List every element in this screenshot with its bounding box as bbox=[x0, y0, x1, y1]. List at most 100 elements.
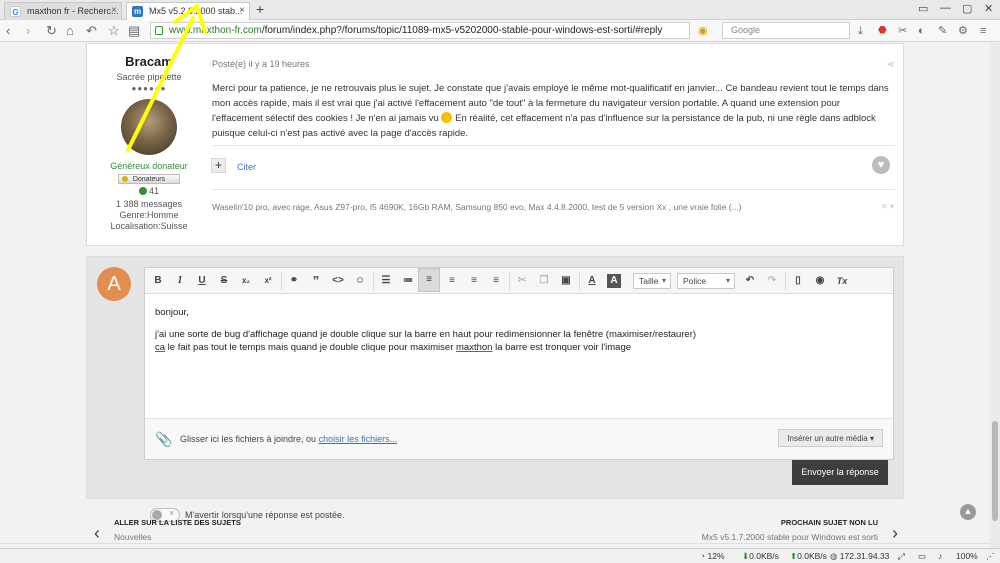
bold-button[interactable]: B bbox=[149, 272, 167, 290]
url-field[interactable]: www.maxthon-fr.com/forum/index.php?/foru… bbox=[150, 22, 690, 39]
content-line: j'ai une sorte de bug d'affichage quand … bbox=[155, 329, 697, 340]
forward-icon[interactable]: › bbox=[26, 23, 30, 39]
quote-link[interactable]: Citer bbox=[237, 162, 256, 172]
cut-icon[interactable]: ✂ bbox=[513, 272, 531, 290]
author-avatar[interactable] bbox=[121, 99, 177, 155]
settings-icon[interactable]: ⚙ bbox=[958, 23, 968, 39]
paste-icon[interactable]: ▣ bbox=[557, 272, 575, 290]
attach-text: Glisser ici les fichiers à joindre, ou bbox=[180, 434, 319, 444]
download-icon[interactable]: ⤓ bbox=[858, 23, 863, 39]
post-date: Posté(e) il y a 19 heures bbox=[212, 59, 310, 69]
url-domain: www.maxthon-fr.com bbox=[169, 25, 262, 36]
minimize-icon[interactable]: — bbox=[940, 2, 951, 14]
like-heart-icon[interactable]: ♥ bbox=[872, 156, 890, 174]
tab-maxthon-search[interactable]: G maxthon fr - Recherc... × bbox=[4, 2, 122, 20]
content-text: la barre est tronquer voir l'image bbox=[492, 342, 632, 353]
scrollbar-thumb[interactable] bbox=[992, 421, 998, 521]
night-mode-icon[interactable]: ◐ bbox=[918, 23, 925, 39]
divider bbox=[212, 189, 895, 190]
close-tab-icon[interactable]: × bbox=[111, 5, 117, 16]
scrollbar[interactable] bbox=[990, 43, 1000, 548]
search-field[interactable]: Google bbox=[722, 22, 850, 39]
toolbar-divider bbox=[373, 272, 374, 290]
maximize-icon[interactable]: ▢ bbox=[962, 2, 972, 15]
attachment-zone[interactable]: 📎 Glisser ici les fichiers à joindre, ou… bbox=[145, 418, 893, 459]
preview-eye-icon[interactable]: ◉ bbox=[811, 272, 829, 290]
copy-icon[interactable]: ❐ bbox=[535, 272, 553, 290]
text-color-icon[interactable]: A bbox=[583, 272, 601, 290]
new-tab-button[interactable]: + bbox=[256, 1, 264, 17]
send-reply-button[interactable]: Envoyer la réponse bbox=[792, 460, 888, 485]
undo-icon[interactable]: ↶ bbox=[741, 272, 759, 290]
quote-icon[interactable]: ” bbox=[307, 272, 325, 290]
superscript-button[interactable]: x² bbox=[259, 272, 277, 290]
source-icon[interactable]: ▯ bbox=[789, 272, 807, 290]
next-topic-link[interactable]: PROCHAIN SUJET NON LU Mx5 v5.1.7.2000 st… bbox=[700, 518, 898, 543]
post-author: Bracam Sacrée pipelette ●●●●●● Généreux … bbox=[87, 54, 211, 232]
align-left-icon[interactable]: ≡ bbox=[418, 268, 440, 292]
background-color-icon[interactable]: A bbox=[607, 274, 621, 288]
address-bar: ‹ › ↻ ⌂ ↶ ☆ ▤ www.maxthon-fr.com/forum/i… bbox=[0, 20, 1000, 42]
insert-media-button[interactable]: Insérer un autre média ▾ bbox=[778, 429, 883, 447]
fullscreen-icon[interactable]: ⤢ bbox=[898, 551, 905, 562]
download-speed: ⬇0.0KB/s bbox=[742, 551, 779, 561]
emoticon-icon[interactable]: ☺ bbox=[351, 272, 369, 290]
home-icon[interactable]: ⌂ bbox=[66, 23, 74, 39]
toolbar-divider bbox=[579, 272, 580, 290]
sidebar-toggle-icon[interactable]: ▭ bbox=[918, 2, 928, 15]
rss-icon[interactable]: ◉ bbox=[698, 23, 708, 39]
sound-icon[interactable]: ♪ bbox=[938, 551, 942, 561]
tab-bar: G maxthon fr - Recherc... × m Mx5 v5.2.0… bbox=[0, 0, 1000, 20]
multiquote-plus-icon[interactable]: + bbox=[211, 158, 226, 173]
align-center-icon[interactable]: ≡ bbox=[443, 272, 461, 290]
editor-content[interactable]: bonjour, j'ai une sorte de bug d'afficha… bbox=[155, 306, 696, 354]
clean-icon[interactable]: ✎ bbox=[938, 23, 947, 39]
tab-mx5-topic[interactable]: m Mx5 v5.2.0.2000 stab... × bbox=[126, 2, 250, 20]
align-right-icon[interactable]: ≡ bbox=[465, 272, 483, 290]
menu-icon[interactable]: ≡ bbox=[980, 23, 986, 39]
collections-icon[interactable]: ▤ bbox=[128, 23, 140, 39]
share-icon[interactable]: ⋖ bbox=[887, 59, 895, 70]
underline-button[interactable]: U bbox=[193, 272, 211, 290]
author-location: Localisation:Suisse bbox=[110, 221, 188, 231]
undo-close-icon[interactable]: ↶ bbox=[86, 23, 97, 39]
reputation-count: 41 bbox=[148, 186, 159, 196]
prev-topic-link[interactable]: ‹ ALLER SUR LA LISTE DES SUJETS Nouvelle… bbox=[94, 518, 241, 543]
font-size-select[interactable]: Taille bbox=[633, 273, 671, 289]
scroll-to-top-icon[interactable]: ▲ bbox=[960, 504, 976, 520]
next-sub: Mx5 v5.1.7.2000 stable pour Windows est … bbox=[701, 532, 878, 542]
strikethrough-button[interactable]: S bbox=[215, 272, 233, 290]
ip-address: ◍ 172.31.94.33 bbox=[830, 551, 890, 561]
subscript-button[interactable]: x₂ bbox=[237, 272, 255, 290]
favorite-star-icon[interactable]: ☆ bbox=[108, 23, 120, 39]
snap-icon[interactable]: ✂ bbox=[898, 23, 907, 39]
post-signature: Waselin'10 pro, avec rage, Asus Z97-pro,… bbox=[212, 202, 742, 212]
bullet-list-icon[interactable]: ☰ bbox=[377, 272, 395, 290]
adblock-icon[interactable]: ⬣ bbox=[878, 23, 887, 39]
prev-label: ALLER SUR LA LISTE DES SUJETS bbox=[114, 518, 241, 527]
post-body: Merci pour ta patience, je ne retrouvais… bbox=[212, 81, 892, 141]
link-icon[interactable]: ⚭ bbox=[285, 272, 303, 290]
reload-icon[interactable]: ↻ bbox=[46, 23, 57, 39]
zoom-level[interactable]: 100% bbox=[956, 551, 978, 561]
content-line: ca le fait pas tout le temps mais quand … bbox=[155, 341, 696, 354]
secure-lock-icon bbox=[155, 26, 163, 35]
screenshot-icon[interactable]: ▭ bbox=[918, 551, 926, 562]
numbered-list-icon[interactable]: ≔ bbox=[399, 272, 417, 290]
clear-format-button[interactable]: Tx bbox=[833, 272, 851, 290]
misspelled-word: ca bbox=[155, 342, 166, 353]
choose-files-link[interactable]: choisir les fichiers... bbox=[319, 434, 398, 444]
redo-icon[interactable]: ↷ bbox=[763, 272, 781, 290]
author-messages: 1 388 messages bbox=[115, 199, 183, 209]
justify-icon[interactable]: ≡ bbox=[487, 272, 505, 290]
code-icon[interactable]: <> bbox=[329, 272, 347, 290]
back-icon[interactable]: ‹ bbox=[6, 23, 10, 39]
font-family-select[interactable]: Police bbox=[677, 273, 735, 289]
close-window-icon[interactable]: ✕ bbox=[984, 2, 993, 15]
toolbar-divider bbox=[509, 272, 510, 290]
italic-button[interactable]: I bbox=[171, 272, 189, 290]
signature-hide-icon[interactable]: ✕ ▾ bbox=[881, 202, 894, 211]
author-name[interactable]: Bracam bbox=[87, 54, 211, 69]
misspelled-word: maxthon bbox=[456, 342, 493, 353]
close-tab-icon[interactable]: × bbox=[239, 5, 245, 16]
